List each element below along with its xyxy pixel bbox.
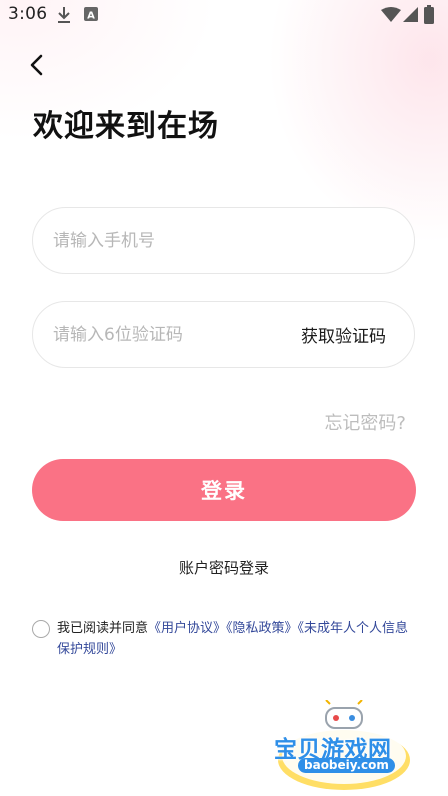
watermark-logo: 宝贝游戏网 baobeiy.com	[270, 700, 418, 792]
password-login-link[interactable]: 账户密码登录	[0, 557, 448, 578]
keyboard-a-icon: A	[84, 6, 98, 26]
user-agreement-link[interactable]: 《用户协议》	[148, 621, 226, 636]
agreement-checkbox[interactable]	[32, 620, 50, 638]
status-time: 3:06	[8, 4, 48, 24]
privacy-policy-link[interactable]: 《隐私政策》	[226, 621, 298, 636]
agreement-prefix: 我已阅读并同意	[57, 621, 149, 636]
page-title: 欢迎来到在场	[33, 109, 219, 144]
back-button[interactable]	[22, 50, 52, 80]
chevron-left-icon	[22, 54, 52, 84]
phone-input[interactable]	[53, 208, 293, 273]
login-button[interactable]: 登录	[32, 459, 416, 521]
forgot-password-link[interactable]: 忘记密码?	[324, 409, 406, 435]
wifi-icon	[381, 7, 401, 27]
cellular-signal-icon	[403, 7, 419, 27]
status-bar: 3:06 A	[0, 0, 448, 32]
watermark-url: baobeiy.com	[298, 758, 395, 773]
password-login-label[interactable]: 账户密码登录	[179, 559, 269, 577]
svg-text:A: A	[87, 11, 95, 22]
agreement-text: 我已阅读并同意《用户协议》《隐私政策》《未成年人个人信息保护规则》	[57, 618, 417, 660]
phone-field[interactable]	[32, 207, 415, 274]
battery-icon	[424, 5, 434, 28]
verification-code-field[interactable]: 获取验证码	[32, 301, 415, 368]
get-code-button[interactable]: 获取验证码	[301, 302, 386, 367]
verification-code-input[interactable]	[53, 302, 293, 367]
download-icon	[56, 6, 72, 28]
